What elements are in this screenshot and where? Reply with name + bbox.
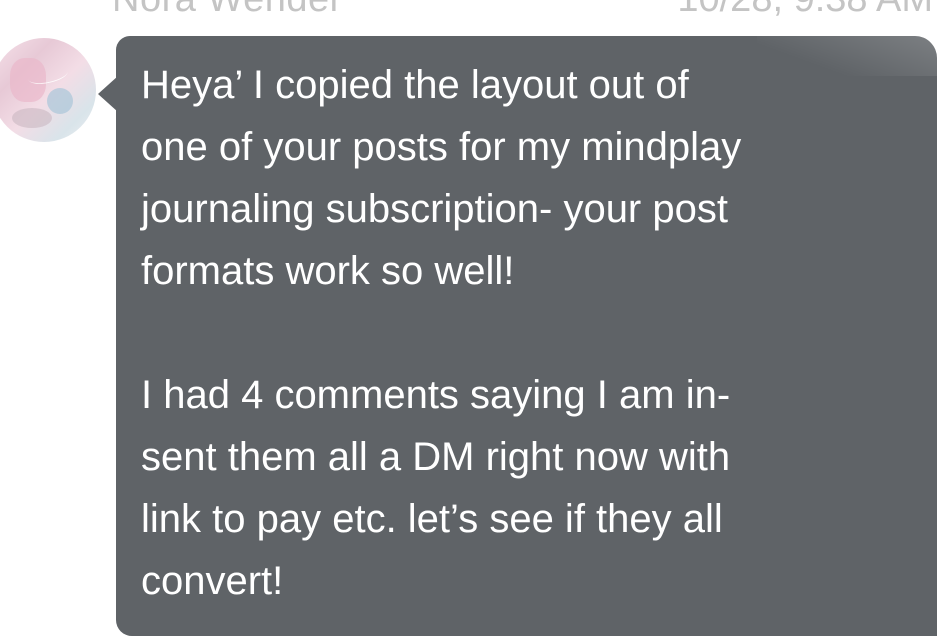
message-text: Heya’ I copied the layout out of one of … <box>141 63 742 603</box>
message-timestamp: 10/28, 9:38 AM <box>677 0 933 21</box>
message-header: Nora Wendel 10/28, 9:38 AM <box>0 0 951 22</box>
sender-name[interactable]: Nora Wendel <box>112 0 339 21</box>
avatar-photo-shape <box>47 88 73 114</box>
avatar-photo-shape <box>12 108 52 128</box>
screen-edge-fade <box>937 0 951 629</box>
avatar[interactable] <box>0 38 96 142</box>
message-bubble[interactable]: Heya’ I copied the layout out of one of … <box>116 36 937 636</box>
message-bubble-tail <box>98 76 118 112</box>
